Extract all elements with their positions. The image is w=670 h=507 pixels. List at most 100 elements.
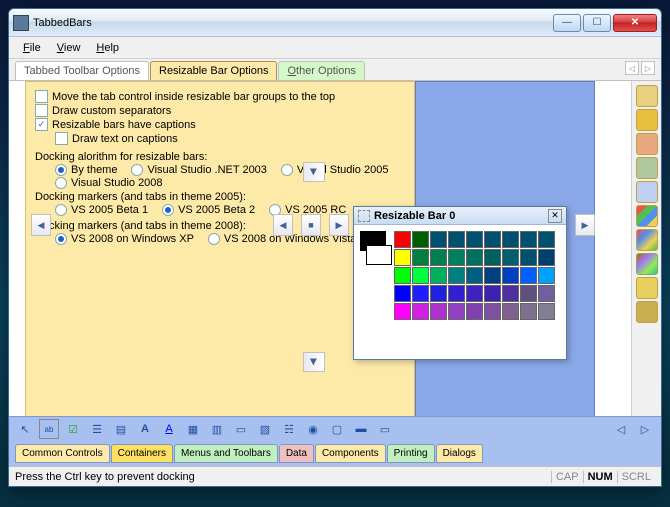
date-tool[interactable]: ☵ — [279, 419, 299, 439]
linklabel-tool[interactable]: A — [159, 419, 179, 439]
color-swatch[interactable] — [448, 285, 465, 302]
check-drawtext[interactable] — [55, 132, 68, 145]
close-button[interactable]: ✕ — [613, 14, 657, 32]
color-swatch[interactable] — [502, 231, 519, 248]
theme-4-icon[interactable] — [636, 157, 658, 179]
theme-1-icon[interactable] — [636, 85, 658, 107]
picture-tool[interactable]: ▢ — [327, 419, 347, 439]
color-swatch[interactable] — [484, 267, 501, 284]
dock-marker-left[interactable]: ◀ — [31, 214, 51, 236]
color-swatch[interactable] — [394, 303, 411, 320]
color-swatch[interactable] — [448, 231, 465, 248]
color-swatch[interactable] — [538, 303, 555, 320]
menu-help[interactable]: Help — [90, 40, 125, 56]
theme-3-icon[interactable] — [636, 133, 658, 155]
color-swatch[interactable] — [538, 249, 555, 266]
color-swatch[interactable] — [466, 249, 483, 266]
color-swatch[interactable] — [394, 285, 411, 302]
list2-tool[interactable]: ▤ — [111, 419, 131, 439]
menu-view[interactable]: View — [51, 40, 87, 56]
color-swatch[interactable] — [484, 303, 501, 320]
listbox-tool[interactable]: ▦ — [183, 419, 203, 439]
color-swatch[interactable] — [484, 249, 501, 266]
dock-marker-top[interactable]: ▶ — [303, 162, 325, 182]
color-swatch[interactable] — [394, 231, 411, 248]
listview-tool[interactable]: ▥ — [207, 419, 227, 439]
category-tab[interactable]: Data — [279, 444, 314, 463]
menu-file[interactable]: File — [17, 40, 47, 56]
pointer-tool[interactable]: ↖ — [15, 419, 35, 439]
color-swatch[interactable] — [448, 249, 465, 266]
color-swatch[interactable] — [466, 231, 483, 248]
color-swatch[interactable] — [520, 303, 537, 320]
color-swatch[interactable] — [448, 267, 465, 284]
radio-vs2003[interactable] — [131, 164, 143, 176]
dock-marker-bottom[interactable]: ▶ — [303, 352, 325, 372]
color-swatch[interactable] — [520, 285, 537, 302]
color-swatch[interactable] — [484, 231, 501, 248]
color-swatch[interactable] — [412, 249, 429, 266]
color-swatch[interactable] — [520, 231, 537, 248]
category-tab[interactable]: Containers — [111, 444, 173, 463]
textbox2-tool[interactable]: ▭ — [231, 419, 251, 439]
tab-toolbar-options[interactable]: Tabbed Toolbar Options — [15, 61, 149, 80]
color-swatch[interactable] — [430, 285, 447, 302]
radio-vs2005[interactable] — [281, 164, 293, 176]
check-captions[interactable]: ✓ — [35, 118, 48, 131]
color-swatch[interactable] — [502, 267, 519, 284]
titlebar[interactable]: TabbedBars — ☐ ✕ — [9, 9, 661, 37]
color-swatch[interactable] — [412, 267, 429, 284]
category-tab[interactable]: Printing — [387, 444, 435, 463]
color-swatch[interactable] — [466, 285, 483, 302]
theme-2-icon[interactable] — [636, 109, 658, 131]
calendar-tool[interactable]: ▧ — [255, 419, 275, 439]
tab-scroll-left[interactable]: ◁ — [625, 61, 639, 75]
color-swatch[interactable] — [502, 249, 519, 266]
minimize-button[interactable]: — — [553, 14, 581, 32]
category-tab[interactable]: Common Controls — [15, 444, 110, 463]
visual-studio-icon-2[interactable] — [636, 253, 658, 275]
color-swatch[interactable] — [430, 267, 447, 284]
color-swatch[interactable] — [430, 303, 447, 320]
tab-scroll-right[interactable]: ▷ — [641, 61, 655, 75]
tab-resizable-bar[interactable]: Resizable Bar Options — [150, 61, 277, 80]
color-swatch[interactable] — [502, 285, 519, 302]
check-move-tab[interactable] — [35, 90, 48, 103]
color-palette-window[interactable]: Resizable Bar 0 ✕ — [353, 206, 567, 360]
dock-marker-center-left[interactable]: ◀ — [273, 214, 293, 236]
radio-tool[interactable]: ◉ — [303, 419, 323, 439]
color-swatch[interactable] — [538, 231, 555, 248]
category-tab[interactable]: Components — [315, 444, 386, 463]
theme-9-icon[interactable] — [636, 277, 658, 299]
swatch-bg[interactable] — [366, 245, 392, 265]
color-swatch[interactable] — [430, 249, 447, 266]
toolbox-scroll-right[interactable]: ▷ — [635, 419, 655, 439]
color-swatch[interactable] — [430, 231, 447, 248]
color-swatch[interactable] — [538, 267, 555, 284]
radio-xp[interactable] — [55, 233, 67, 245]
radio-beta2[interactable] — [162, 204, 174, 216]
dock-marker-right[interactable]: ▶ — [575, 214, 595, 236]
theme-5-icon[interactable] — [636, 181, 658, 203]
tab-other-options[interactable]: Other Options — [278, 61, 364, 80]
color-swatch[interactable] — [466, 267, 483, 284]
label-tool[interactable]: A — [135, 419, 155, 439]
list-tool[interactable]: ☰ — [87, 419, 107, 439]
radio-bytheme[interactable] — [55, 164, 67, 176]
textbox-tool[interactable]: ab — [39, 419, 59, 439]
palette-close[interactable]: ✕ — [548, 209, 562, 223]
color-swatch[interactable] — [394, 249, 411, 266]
visual-studio-icon[interactable] — [636, 229, 658, 251]
color-swatch[interactable] — [538, 285, 555, 302]
dock-marker-center[interactable]: ■ — [301, 214, 321, 236]
color-swatch[interactable] — [484, 285, 501, 302]
radio-vista[interactable] — [208, 233, 220, 245]
color-swatch[interactable] — [448, 303, 465, 320]
category-tab[interactable]: Menus and Toolbars — [174, 444, 278, 463]
radio-beta1[interactable] — [55, 204, 67, 216]
textbox3-tool[interactable]: ▭ — [375, 419, 395, 439]
radio-vs2008[interactable] — [55, 177, 67, 189]
category-tab[interactable]: Dialogs — [436, 444, 483, 463]
color-swatch[interactable] — [412, 303, 429, 320]
dock-marker-center-right[interactable]: ▶ — [329, 214, 349, 236]
